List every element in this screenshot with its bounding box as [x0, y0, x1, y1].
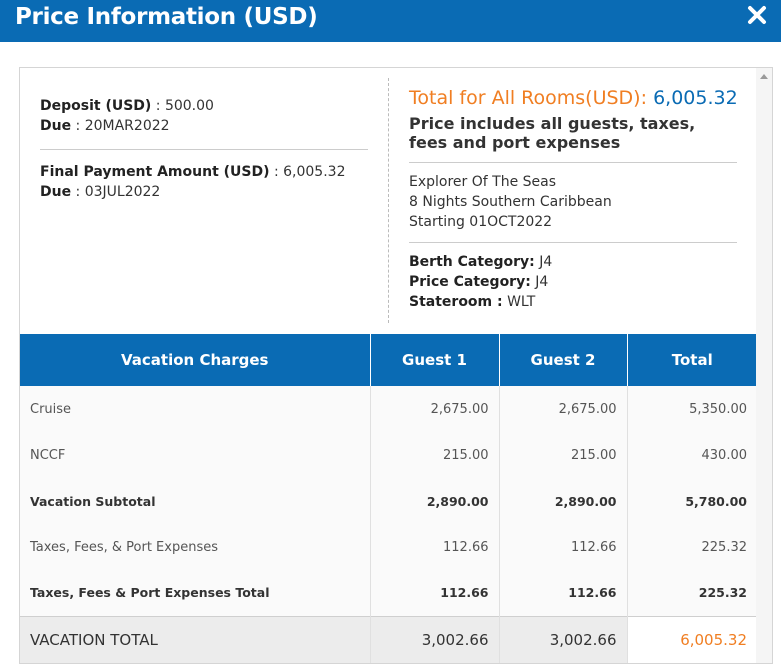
vacation-total-label: VACATION TOTAL: [20, 615, 370, 663]
payment-schedule: Deposit (USD) : 500.00 Due : 20MAR2022 F…: [40, 96, 368, 202]
total-amount: 5,780.00: [626, 478, 757, 524]
itinerary-name: 8 Nights Southern Caribbean: [409, 194, 612, 210]
charge-label: Taxes, Fees & Port Expenses Total: [20, 570, 370, 616]
price-summary: Deposit (USD) : 500.00 Due : 20MAR2022 F…: [20, 68, 757, 334]
charge-label: NCCF: [20, 432, 370, 478]
total-label: Total for All Rooms(USD): [409, 87, 641, 109]
total-colon: :: [640, 87, 654, 109]
column-header-guest-1: Guest 1: [369, 334, 499, 386]
vacation-charges-table: Vacation Charges Guest 1 Guest 2 Total C…: [20, 334, 757, 663]
guest-1-amount: 112.66: [369, 570, 499, 616]
final-payment-label: Final Payment Amount (USD): [40, 164, 270, 180]
vacation-total-row: VACATION TOTAL 3,002.66 3,002.66 6,005.3…: [20, 615, 757, 663]
total-amount: 5,350.00: [626, 386, 757, 432]
final-payment-value: : 6,005.32: [269, 164, 346, 180]
guest-2-amount: 2,890.00: [498, 478, 627, 524]
guest-1-total: 3,002.66: [369, 615, 499, 663]
berth-category-row: Berth Category: J4: [409, 252, 737, 272]
modal-header: Price Information (USD): [0, 0, 781, 42]
final-due-row: Due : 03JUL2022: [40, 182, 368, 202]
table-row: Taxes, Fees, & Port Expenses 112.66 112.…: [20, 524, 757, 570]
column-header-total: Total: [626, 334, 757, 386]
berth-category-label: Berth Category:: [409, 254, 535, 270]
stateroom-value: WLT: [502, 294, 536, 310]
divider: [40, 149, 368, 150]
table-row: Vacation Subtotal 2,890.00 2,890.00 5,78…: [20, 478, 757, 524]
table-header-row: Vacation Charges Guest 1 Guest 2 Total: [20, 334, 757, 386]
total-amount: 225.32: [626, 524, 757, 570]
stateroom-row: Stateroom : WLT: [409, 292, 737, 312]
vertical-scrollbar[interactable]: [756, 68, 772, 663]
divider: [409, 242, 737, 243]
deposit-label: Deposit (USD): [40, 98, 152, 114]
total-line: Total for All Rooms(USD): 6,005.32: [409, 85, 738, 111]
guest-1-amount: 112.66: [369, 524, 499, 570]
guest-2-amount: 112.66: [498, 570, 627, 616]
guest-1-amount: 215.00: [369, 432, 499, 478]
total-value: 6,005.32: [653, 87, 738, 109]
total-amount: 225.32: [626, 570, 757, 616]
deposit-due-label: Due: [40, 118, 72, 134]
guest-2-amount: 112.66: [498, 524, 627, 570]
ship-name: Explorer Of The Seas: [409, 174, 556, 190]
charge-label: Taxes, Fees, & Port Expenses: [20, 524, 370, 570]
price-category-value: J4: [530, 274, 549, 290]
guest-2-amount: 2,675.00: [498, 386, 627, 432]
deposit-due-value: : 20MAR2022: [71, 118, 170, 134]
modal-title: Price Information (USD): [15, 4, 318, 30]
column-header-guest-2: Guest 2: [498, 334, 627, 386]
price-category-label: Price Category:: [409, 274, 531, 290]
table-row: Cruise 2,675.00 2,675.00 5,350.00: [20, 386, 757, 432]
sail-date: Starting 01OCT2022: [409, 214, 553, 230]
final-payment-row: Final Payment Amount (USD) : 6,005.32: [40, 162, 368, 182]
stateroom-label: Stateroom :: [409, 294, 503, 310]
table-row: NCCF 215.00 215.00 430.00: [20, 432, 757, 478]
final-due-value: : 03JUL2022: [71, 184, 161, 200]
close-icon[interactable]: [747, 5, 767, 25]
guest-2-amount: 215.00: [498, 432, 627, 478]
charge-label: Cruise: [20, 386, 370, 432]
price-category-row: Price Category: J4: [409, 272, 737, 292]
total-amount: 430.00: [626, 432, 757, 478]
guest-1-amount: 2,890.00: [369, 478, 499, 524]
charge-label: Vacation Subtotal: [20, 478, 370, 524]
deposit-due-row: Due : 20MAR2022: [40, 116, 368, 136]
dashed-divider: [388, 78, 389, 323]
price-panel: Deposit (USD) : 500.00 Due : 20MAR2022 F…: [19, 67, 773, 664]
guest-1-amount: 2,675.00: [369, 386, 499, 432]
price-includes-note: Price includes all guests, taxes, fees a…: [409, 114, 696, 152]
scroll-up-arrow-icon[interactable]: [760, 74, 768, 79]
column-header-vacation-charges: Vacation Charges: [20, 334, 370, 386]
grand-total: 6,005.32: [626, 615, 757, 663]
deposit-row: Deposit (USD) : 500.00: [40, 96, 368, 116]
table-row: Taxes, Fees & Port Expenses Total 112.66…: [20, 570, 757, 616]
berth-category-value: J4: [534, 254, 553, 270]
total-summary: Total for All Rooms(USD): 6,005.32 Price…: [409, 85, 738, 312]
deposit-value: : 500.00: [151, 98, 214, 114]
divider: [409, 162, 737, 163]
guest-2-total: 3,002.66: [498, 615, 627, 663]
final-due-label: Due: [40, 184, 72, 200]
